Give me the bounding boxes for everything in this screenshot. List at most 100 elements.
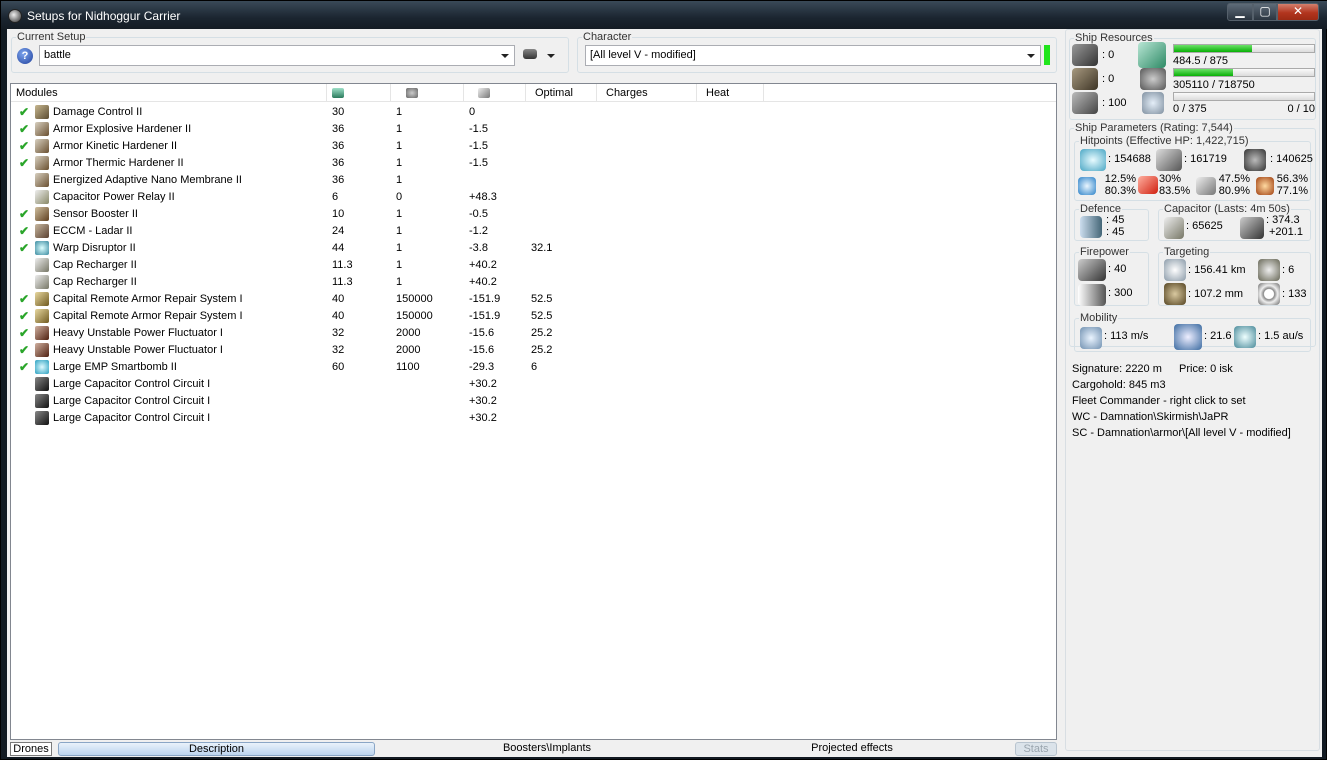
- thermal-resist-armor: 83.5%: [1159, 185, 1191, 197]
- col-heat[interactable]: Heat: [697, 84, 764, 102]
- table-row[interactable]: ✔ Damage Control II 30 1 0: [11, 104, 1056, 121]
- module-capacitor: +40.2: [469, 276, 497, 288]
- module-capacitor: -29.3: [469, 361, 495, 373]
- module-name: Large Capacitor Control Circuit I: [53, 412, 211, 424]
- drone-icon: [523, 49, 537, 59]
- table-row[interactable]: ✔ ECCM - Ladar II 24 1 -1.2: [11, 223, 1056, 240]
- close-button[interactable]: ✕: [1277, 3, 1319, 21]
- col-capacitor[interactable]: [464, 84, 526, 102]
- active-check-icon[interactable]: ✔: [19, 326, 29, 340]
- active-check-icon[interactable]: ✔: [19, 343, 29, 357]
- col-optimal[interactable]: Optimal: [526, 84, 597, 102]
- powergrid-value: 305110 / 718750: [1173, 79, 1255, 91]
- module-name: Armor Kinetic Hardener II: [53, 140, 178, 152]
- table-row[interactable]: Capacitor Power Relay II 6 0 +48.3: [11, 189, 1056, 206]
- price-text: Price: 0 isk: [1179, 363, 1233, 375]
- module-cpu: 32: [332, 327, 345, 339]
- table-row[interactable]: ✔ Large EMP Smartbomb II 60 1100 -29.3 6: [11, 359, 1056, 376]
- table-row[interactable]: Cap Recharger II 11.3 1 +40.2: [11, 274, 1056, 291]
- drone-menu-button[interactable]: [519, 43, 559, 67]
- turret-dps-icon: [1078, 259, 1106, 281]
- sensor-booster-icon: [35, 207, 49, 221]
- table-row[interactable]: ✔ Armor Thermic Hardener II 36 1 -1.5: [11, 155, 1056, 172]
- title-bar[interactable]: Setups for Nidhoggur Carrier ▁ ▢ ✕: [1, 1, 1327, 29]
- table-row[interactable]: Cap Recharger II 11.3 1 +40.2: [11, 257, 1056, 274]
- active-check-icon[interactable]: ✔: [19, 309, 29, 323]
- tab-drones[interactable]: Drones: [10, 742, 52, 756]
- module-powergrid: 1: [396, 276, 403, 288]
- module-optimal: 52.5: [531, 293, 553, 305]
- minimize-button[interactable]: ▁: [1227, 3, 1253, 21]
- module-cpu: 36: [332, 140, 345, 152]
- table-row[interactable]: ✔ Armor Explosive Hardener II 36 1 -1.5: [11, 121, 1056, 138]
- table-row[interactable]: Large Capacitor Control Circuit I +30.2: [11, 410, 1056, 427]
- module-name: Warp Disruptor II: [53, 242, 136, 254]
- module-capacitor: -151.9: [469, 310, 501, 322]
- active-check-icon[interactable]: ✔: [19, 360, 29, 374]
- module-cpu: 36: [332, 123, 345, 135]
- col-modules[interactable]: Modules: [11, 84, 327, 102]
- module-optimal: 6: [531, 361, 538, 373]
- em-resist-shield: 12.5%: [1104, 173, 1136, 185]
- eccm-icon: [35, 224, 49, 238]
- help-icon[interactable]: ?: [17, 48, 33, 64]
- module-cpu: 60: [332, 361, 345, 373]
- remote-armor-repair-icon: [35, 309, 49, 323]
- maximize-button[interactable]: ▢: [1253, 3, 1277, 21]
- table-row[interactable]: ✔ Warp Disruptor II 44 1 -3.8 32.1: [11, 240, 1056, 257]
- character-select[interactable]: [All level V - modified]: [585, 45, 1041, 66]
- module-cpu: 32: [332, 344, 345, 356]
- active-check-icon[interactable]: ✔: [19, 207, 29, 221]
- col-powergrid[interactable]: [391, 84, 464, 102]
- module-powergrid: 1: [396, 157, 403, 169]
- damage-control-icon: [35, 105, 49, 119]
- modules-header: Modules Optimal Charges Heat: [11, 84, 1056, 102]
- module-capacitor: +30.2: [469, 378, 497, 390]
- active-check-icon[interactable]: ✔: [19, 122, 29, 136]
- module-name: ECCM - Ladar II: [53, 225, 133, 237]
- col-cpu[interactable]: [327, 84, 391, 102]
- turret-slots-value: : 0: [1102, 49, 1115, 61]
- hardener-icon: [35, 173, 49, 187]
- fleet-commander-text[interactable]: Fleet Commander - right click to set: [1072, 395, 1246, 407]
- active-check-icon[interactable]: ✔: [19, 105, 29, 119]
- module-name: Capital Remote Armor Repair System I: [53, 310, 243, 322]
- stats-button[interactable]: Stats: [1015, 742, 1057, 756]
- active-check-icon[interactable]: ✔: [19, 292, 29, 306]
- table-row[interactable]: ✔ Sensor Booster II 10 1 -0.5: [11, 206, 1056, 223]
- module-capacitor: -0.5: [469, 208, 488, 220]
- setup-select[interactable]: battle: [39, 45, 515, 66]
- align-time-icon: [1174, 324, 1202, 350]
- module-capacitor: +40.2: [469, 259, 497, 271]
- table-row[interactable]: Large Capacitor Control Circuit I +30.2: [11, 376, 1056, 393]
- table-row[interactable]: ✔ Heavy Unstable Power Fluctuator I 32 2000…: [11, 342, 1056, 359]
- table-row[interactable]: ✔ Heavy Unstable Power Fluctuator I 32 2000…: [11, 325, 1056, 342]
- calibration-value: : 100: [1102, 97, 1127, 109]
- tab-projected-effects[interactable]: Projected effects: [757, 742, 947, 756]
- warp-speed-value: : 1.5 au/s: [1258, 330, 1304, 342]
- table-row[interactable]: ✔ Capital Remote Armor Repair System I 40 1…: [11, 291, 1056, 308]
- col-charges[interactable]: Charges: [597, 84, 697, 102]
- table-row[interactable]: ✔ Armor Kinetic Hardener II 36 1 -1.5: [11, 138, 1056, 155]
- kinetic-resist-shield: 47.5%: [1218, 173, 1250, 185]
- modules-table[interactable]: Modules Optimal Charges Heat ✔ Damage Con…: [10, 83, 1057, 740]
- power-fluctuator-icon: [35, 343, 49, 357]
- active-check-icon[interactable]: ✔: [19, 156, 29, 170]
- module-capacitor: -1.5: [469, 140, 488, 152]
- setup-value: battle: [44, 49, 71, 61]
- tab-boosters-implants[interactable]: Boosters\Implants: [447, 742, 647, 756]
- table-row[interactable]: Energized Adaptive Nano Membrane II 36 1: [11, 172, 1056, 189]
- table-row[interactable]: ✔ Capital Remote Armor Repair System I 40 1…: [11, 308, 1056, 325]
- table-row[interactable]: Large Capacitor Control Circuit I +30.2: [11, 393, 1056, 410]
- active-check-icon[interactable]: ✔: [19, 224, 29, 238]
- module-capacitor: -1.5: [469, 157, 488, 169]
- active-check-icon[interactable]: ✔: [19, 139, 29, 153]
- active-check-icon[interactable]: ✔: [19, 241, 29, 255]
- chevron-down-icon: [501, 54, 509, 58]
- module-powergrid: 1: [396, 225, 403, 237]
- module-name: Large Capacitor Control Circuit I: [53, 395, 211, 407]
- module-name: Sensor Booster II: [53, 208, 138, 220]
- rig-icon: [35, 411, 49, 425]
- tab-description[interactable]: Description: [58, 742, 375, 756]
- module-powergrid: 1: [396, 106, 403, 118]
